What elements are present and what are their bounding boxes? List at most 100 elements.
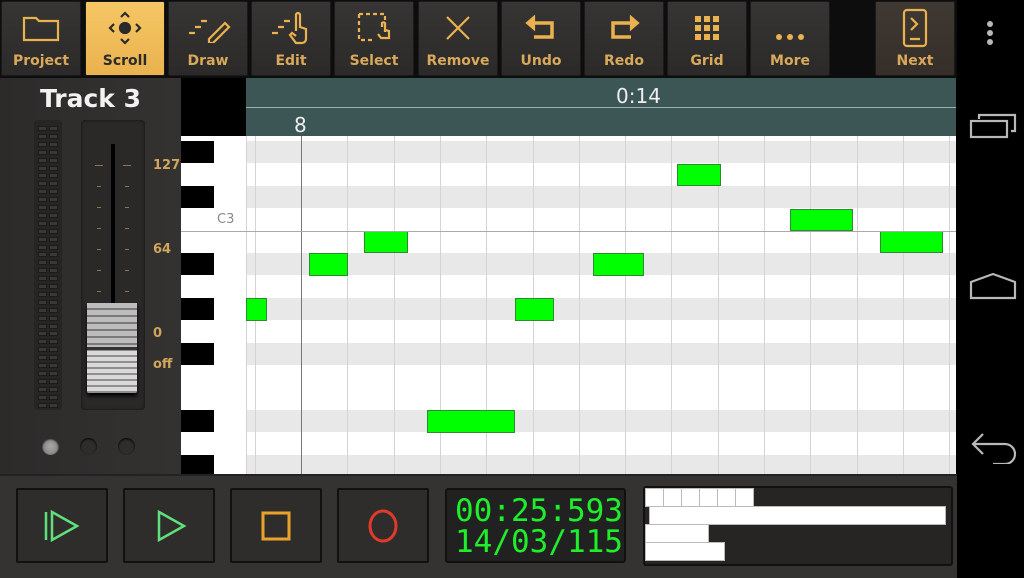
fader-tick xyxy=(97,228,101,229)
meter-segment xyxy=(49,133,58,139)
overview-block[interactable] xyxy=(717,488,736,507)
redo-label: Redo xyxy=(604,53,644,69)
midi-note[interactable] xyxy=(426,410,515,433)
meter-segment xyxy=(49,363,58,368)
fader-tick xyxy=(125,207,129,208)
meter-segment xyxy=(38,284,47,289)
meter-segment xyxy=(38,386,47,392)
project-button[interactable]: Project xyxy=(1,1,81,76)
meter-segment xyxy=(38,331,47,337)
black-key[interactable] xyxy=(181,455,214,474)
meter-segment xyxy=(38,133,47,139)
black-key[interactable] xyxy=(181,141,214,163)
overview-track-block[interactable] xyxy=(649,506,946,525)
grid-row-shaded xyxy=(246,186,956,208)
home-icon[interactable] xyxy=(969,272,1017,300)
overview-block[interactable] xyxy=(735,488,754,507)
c3-divider-line xyxy=(181,231,956,232)
meter-segment xyxy=(49,299,58,305)
indicator-led-3[interactable] xyxy=(118,438,135,455)
undo-button[interactable]: Undo xyxy=(501,1,581,76)
fader-tick xyxy=(125,228,129,229)
draw-button[interactable]: Draw xyxy=(168,1,248,76)
play-button[interactable] xyxy=(123,488,215,563)
select-label: Select xyxy=(349,53,399,69)
play-from-start-button[interactable] xyxy=(16,488,108,563)
midi-note[interactable] xyxy=(364,231,409,254)
overview-track-block[interactable] xyxy=(645,524,709,543)
back-icon[interactable] xyxy=(969,430,1019,464)
midi-note[interactable] xyxy=(593,253,645,276)
midi-note[interactable] xyxy=(308,253,348,276)
black-key[interactable] xyxy=(181,343,214,365)
scale-label-64: 64 xyxy=(153,242,172,257)
meter-segment xyxy=(38,212,47,218)
meter-segment xyxy=(49,402,58,408)
remove-button[interactable]: Remove xyxy=(418,1,498,76)
scroll-button[interactable]: Scroll xyxy=(85,1,165,76)
black-key[interactable] xyxy=(181,186,214,208)
overflow-menu-icon[interactable] xyxy=(985,20,995,46)
grid-button[interactable]: Grid xyxy=(667,1,747,76)
song-overview[interactable] xyxy=(643,486,953,566)
meter-segment xyxy=(38,363,47,368)
volume-fader-knob[interactable] xyxy=(87,303,137,393)
meter-segment xyxy=(49,228,58,234)
midi-note[interactable] xyxy=(790,208,853,231)
meter-segment xyxy=(38,307,47,313)
overview-track-block[interactable] xyxy=(645,542,725,561)
meter-segment xyxy=(38,355,47,361)
toolbar: Project Scroll Draw Edit Select Remove U… xyxy=(0,0,957,78)
grid-label: Grid xyxy=(690,53,724,69)
folder-icon xyxy=(22,16,60,42)
meter-segment xyxy=(38,268,47,274)
edit-button[interactable]: Edit xyxy=(251,1,331,76)
redo-button[interactable]: Redo xyxy=(584,1,664,76)
overview-block[interactable] xyxy=(699,488,718,507)
meter-segment xyxy=(38,189,47,195)
overview-block[interactable] xyxy=(663,488,682,507)
grid-line xyxy=(764,136,765,474)
grid-line xyxy=(903,136,904,474)
midi-note[interactable] xyxy=(246,298,267,321)
meter-segment xyxy=(49,181,58,187)
meter-segment xyxy=(49,212,58,218)
black-key[interactable] xyxy=(181,253,214,275)
grid-line xyxy=(949,136,950,474)
play-from-start-icon xyxy=(44,509,80,542)
selection-box-icon xyxy=(357,12,391,42)
overview-block[interactable] xyxy=(645,488,664,507)
fader-knob-top xyxy=(87,303,137,347)
scale-label-0: 0 xyxy=(153,326,163,341)
indicator-led-1[interactable] xyxy=(42,438,59,455)
recent-apps-icon[interactable] xyxy=(969,113,1017,139)
overview-block[interactable] xyxy=(681,488,700,507)
redo-arrow-icon xyxy=(611,14,640,39)
meter-segment xyxy=(49,284,58,289)
position-readout: 14/03/115 xyxy=(455,524,623,560)
grid-row-shaded xyxy=(246,410,956,432)
select-button[interactable]: Select xyxy=(334,1,414,76)
black-key[interactable] xyxy=(181,410,214,432)
piano-roll-grid[interactable] xyxy=(246,136,956,474)
midi-note[interactable] xyxy=(514,298,554,321)
meter-segment xyxy=(49,205,58,210)
meter-segment xyxy=(49,291,58,297)
fader-tick xyxy=(125,186,129,187)
meter-segment xyxy=(49,386,58,392)
indicator-led-2[interactable] xyxy=(80,438,97,455)
timeline-ruler[interactable]: 0:14 8 xyxy=(246,78,956,137)
midi-note[interactable] xyxy=(880,231,943,254)
meter-segment xyxy=(38,126,47,131)
scroll-label: Scroll xyxy=(102,53,148,69)
stop-button[interactable] xyxy=(230,488,322,563)
piano-keyboard[interactable]: C3 xyxy=(181,78,246,474)
black-key[interactable] xyxy=(181,298,214,320)
record-button[interactable] xyxy=(337,488,429,563)
meter-segment xyxy=(49,173,58,179)
midi-note[interactable] xyxy=(676,163,721,187)
scale-label-127: 127 xyxy=(153,158,181,173)
fader-tick xyxy=(97,291,101,292)
more-button[interactable]: More xyxy=(750,1,830,76)
next-button[interactable]: Next xyxy=(875,1,955,76)
